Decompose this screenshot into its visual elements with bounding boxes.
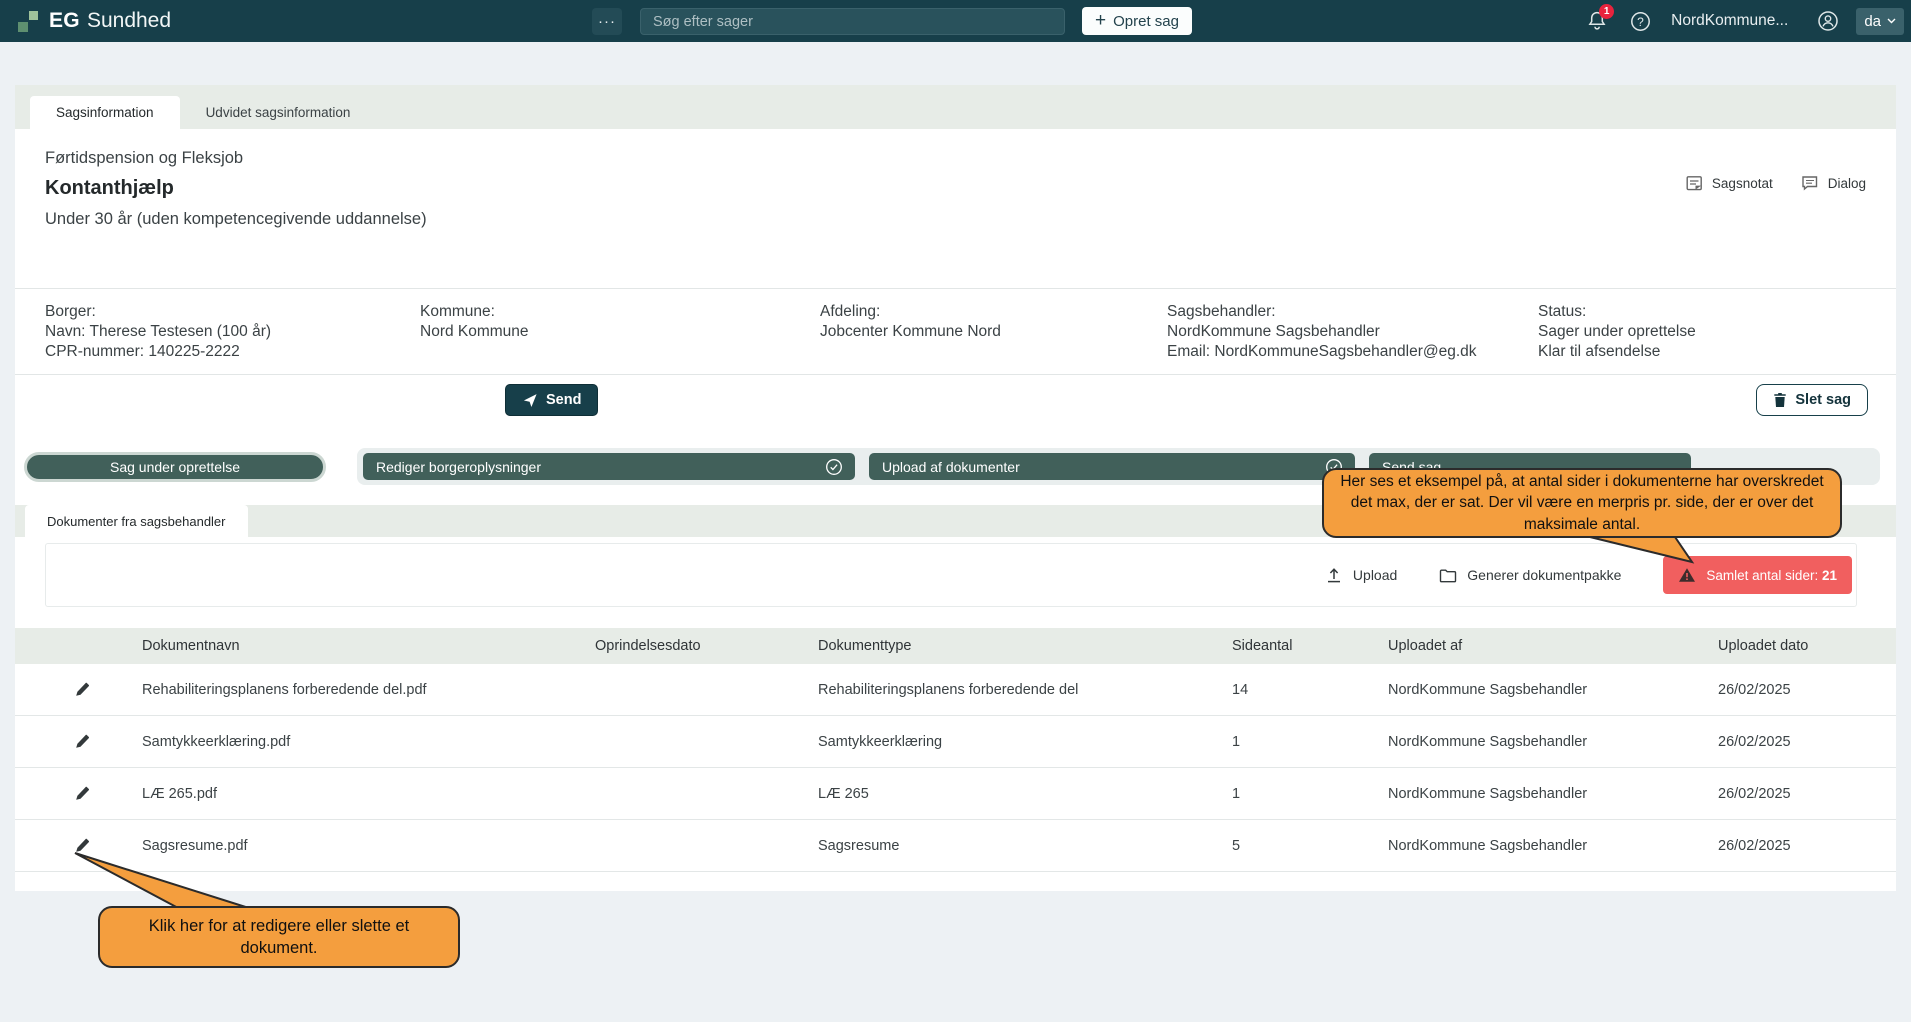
case-category: Førtidspension og Fleksjob (45, 147, 427, 169)
max-pages-callout: Her ses et eksempel på, at antal sider i… (1322, 468, 1842, 538)
brand-name: EG (49, 9, 80, 33)
cell-uploaded-by: NordKommune Sagsbehandler (1361, 682, 1691, 698)
language-selector[interactable]: da (1856, 8, 1904, 35)
trash-icon (1773, 392, 1787, 408)
col-sideantal: Sideantal (1205, 638, 1361, 654)
dialog-button[interactable]: Dialog (1801, 173, 1866, 193)
edit-document-button[interactable] (71, 783, 93, 805)
send-plane-icon (522, 392, 538, 408)
case-info-row: Borger: Navn: Therese Testesen (100 år) … (15, 289, 1896, 374)
search-input[interactable] (640, 8, 1065, 35)
cell-uploaded-date: 26/02/2025 (1691, 838, 1896, 854)
check-circle-icon (825, 458, 843, 476)
organization-name: NordKommune... (1671, 12, 1788, 30)
tab-sagsinformation[interactable]: Sagsinformation (30, 96, 180, 129)
help-button[interactable]: ? (1630, 11, 1651, 32)
document-table-header: Dokumentnavn Oprindelsesdato Dokumenttyp… (15, 628, 1896, 664)
cell-uploaded-date: 26/02/2025 (1691, 734, 1896, 750)
col-uploadet-af: Uploadet af (1361, 638, 1691, 654)
info-afdeling: Afdeling: Jobcenter Kommune Nord (820, 302, 1167, 362)
top-navbar: EG Sundhed ··· + Opret sag 1 ? NordKommu… (0, 0, 1911, 42)
generate-package-button[interactable]: Generer dokumentpakke (1439, 567, 1621, 583)
case-subtitle: Under 30 år (uden kompetencegivende udda… (45, 207, 427, 231)
cell-uploaded-date: 26/02/2025 (1691, 786, 1896, 802)
edit-document-button[interactable] (71, 679, 93, 701)
info-borger: Borger: Navn: Therese Testesen (100 år) … (45, 302, 420, 362)
cell-document-type: Samtykkeerklæring (791, 734, 1205, 750)
cell-document-name: LÆ 265.pdf (115, 786, 568, 802)
account-button[interactable] (1817, 10, 1839, 32)
chat-icon (1801, 175, 1819, 192)
cell-uploaded-by: NordKommune Sagsbehandler (1361, 734, 1691, 750)
table-row: Sagsresume.pdf Sagsresume 5 NordKommune … (15, 820, 1896, 872)
cell-uploaded-by: NordKommune Sagsbehandler (1361, 786, 1691, 802)
cell-pages: 5 (1205, 838, 1361, 854)
col-oprindelsesdato: Oprindelsesdato (568, 638, 791, 654)
pencil-icon (74, 681, 91, 698)
cell-document-name: Rehabiliteringsplanens forberedende del.… (115, 682, 568, 698)
cell-document-type: Rehabiliteringsplanens forberedende del (791, 682, 1205, 698)
col-dokumentnavn: Dokumentnavn (115, 638, 568, 654)
upload-icon (1325, 566, 1343, 584)
plus-icon: + (1095, 11, 1106, 30)
document-table: Dokumentnavn Oprindelsesdato Dokumenttyp… (15, 628, 1896, 872)
tab-dokumenter-fra-sagsbehandler[interactable]: Dokumenter fra sagsbehandler (25, 505, 248, 537)
notifications-button[interactable]: 1 (1587, 10, 1607, 32)
chevron-down-icon (1887, 18, 1896, 24)
card-footer (15, 872, 1896, 891)
user-icon (1817, 10, 1839, 32)
table-row: LÆ 265.pdf LÆ 265 1 NordKommune Sagsbeha… (15, 768, 1896, 820)
action-button-row: Send Slet sag (15, 375, 1896, 448)
create-case-button[interactable]: + Opret sag (1082, 7, 1192, 35)
total-pages-value: 21 (1822, 568, 1837, 583)
folder-icon (1439, 568, 1457, 583)
status-pill: Sag under oprettelse (24, 452, 326, 482)
help-icon: ? (1630, 11, 1651, 32)
cell-pages: 14 (1205, 682, 1361, 698)
navbar-right: 1 ? NordKommune... da (1587, 0, 1904, 42)
callout-tail (60, 845, 280, 915)
pencil-icon (74, 785, 91, 802)
overflow-menu-button[interactable]: ··· (592, 8, 622, 35)
step-upload-af-dokumenter[interactable]: Upload af dokumenter (869, 453, 1355, 480)
col-uploadet-dato: Uploadet dato (1691, 638, 1896, 654)
app-logo[interactable]: EG Sundhed (18, 0, 171, 42)
cell-document-name: Samtykkeerklæring.pdf (115, 734, 568, 750)
send-button[interactable]: Send (505, 384, 598, 416)
warning-icon (1678, 567, 1696, 583)
eg-logo-icon (18, 10, 40, 32)
info-kommune: Kommune: Nord Kommune (420, 302, 820, 362)
upload-button[interactable]: Upload (1325, 566, 1397, 584)
cell-uploaded-date: 26/02/2025 (1691, 682, 1896, 698)
product-name: Sundhed (87, 9, 171, 33)
cell-document-type: Sagsresume (791, 838, 1205, 854)
document-table-body: Rehabiliteringsplanens forberedende del.… (15, 664, 1896, 872)
col-dokumenttype: Dokumenttype (791, 638, 1205, 654)
pencil-icon (74, 733, 91, 750)
title-actions: Sagsnotat Dialog (1686, 147, 1866, 231)
case-tabstrip: Sagsinformation Udvidet sagsinformation (15, 85, 1896, 129)
case-note-button[interactable]: Sagsnotat (1686, 173, 1773, 193)
notification-count-badge: 1 (1599, 4, 1614, 19)
svg-text:?: ? (1637, 15, 1644, 29)
cell-pages: 1 (1205, 734, 1361, 750)
info-sagsbehandler: Sagsbehandler: NordKommune Sagsbehandler… (1167, 302, 1538, 362)
app-root: { "navbar": { "brand": "EG", "product": … (0, 0, 1911, 1022)
info-status: Status: Sager under oprettelse Klar til … (1538, 302, 1866, 362)
cell-pages: 1 (1205, 786, 1361, 802)
cell-document-type: LÆ 265 (791, 786, 1205, 802)
case-titles: Førtidspension og Fleksjob Kontanthjælp … (45, 147, 427, 231)
delete-case-button[interactable]: Slet sag (1756, 384, 1868, 416)
tab-udvidet-sagsinformation[interactable]: Udvidet sagsinformation (180, 96, 377, 129)
step-rediger-borgeroplysninger[interactable]: Rediger borgeroplysninger (363, 453, 855, 480)
cell-uploaded-by: NordKommune Sagsbehandler (1361, 838, 1691, 854)
edit-hint-callout: Klik her for at redigere eller slette et… (98, 906, 460, 968)
table-row: Samtykkeerklæring.pdf Samtykkeerklæring … (15, 716, 1896, 768)
edit-document-button[interactable] (71, 731, 93, 753)
note-icon (1686, 175, 1703, 192)
table-row: Rehabiliteringsplanens forberedende del.… (15, 664, 1896, 716)
page-title: Kontanthjælp (45, 173, 427, 203)
callout-tail (1580, 536, 1710, 564)
